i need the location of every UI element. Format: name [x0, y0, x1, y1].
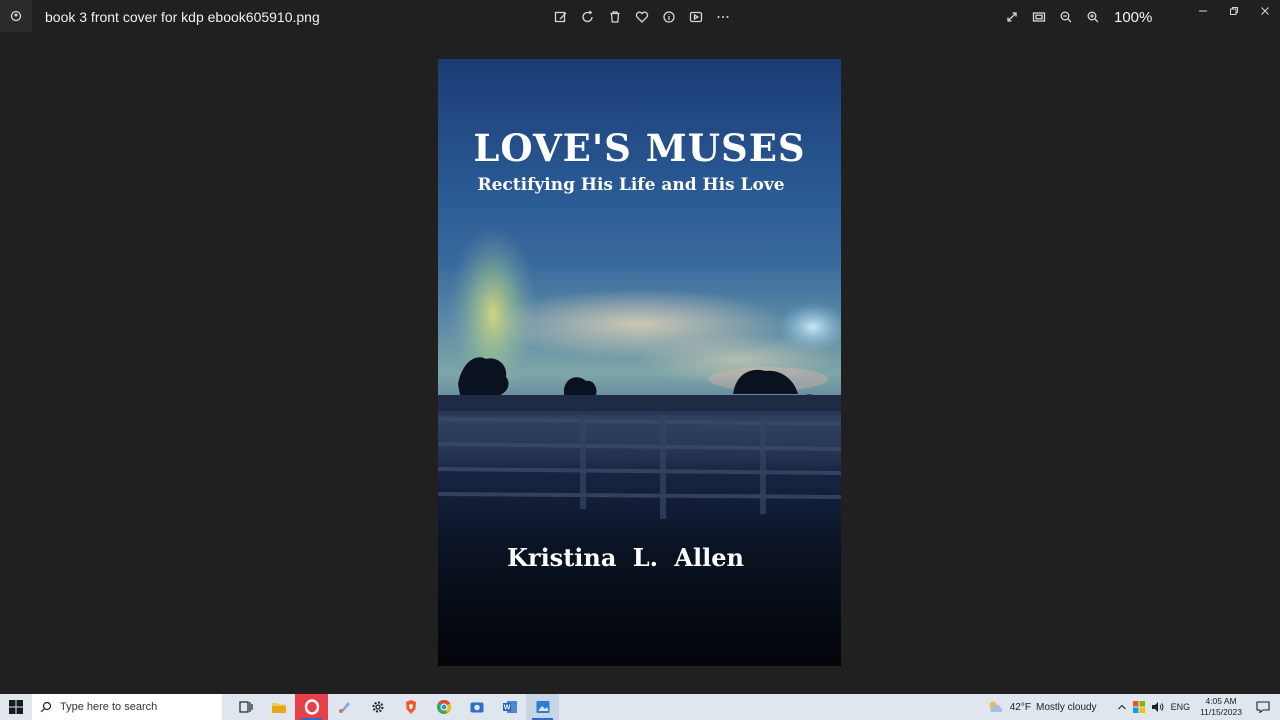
photo-viewer-window: book 3 front cover for kdp ebook605910.p…: [0, 0, 1280, 694]
book-author: Kristina L. Allen: [507, 543, 744, 572]
app-tray-icon[interactable]: [1132, 701, 1145, 713]
volume-icon[interactable]: [1151, 701, 1165, 713]
taskbar-apps: W: [229, 694, 559, 720]
svg-text:W: W: [503, 705, 510, 712]
rotate-icon[interactable]: [579, 8, 596, 25]
zoom-level[interactable]: 100%: [1114, 9, 1152, 26]
clock-time: 4:05 AM: [1205, 696, 1237, 706]
minimize-icon[interactable]: [1187, 0, 1218, 22]
title-bar: book 3 front cover for kdp ebook605910.p…: [0, 0, 1280, 34]
fit-to-window-icon[interactable]: [1030, 9, 1047, 26]
photos-taskbar-icon[interactable]: [526, 694, 559, 720]
system-tray: 42°F Mostly cloudy ENG 4:05 AM 11/15/202…: [987, 694, 1280, 720]
cloud-sun-icon: [989, 701, 1002, 712]
window-controls: [1187, 0, 1280, 22]
clock[interactable]: 4:05 AM 11/15/2023: [1200, 696, 1242, 718]
info-icon[interactable]: [660, 8, 677, 25]
search-icon: [40, 701, 52, 713]
word-icon[interactable]: W: [493, 694, 526, 720]
start-button[interactable]: [0, 694, 32, 720]
book-subtitle: Rectifying His Life and His Love: [477, 175, 785, 195]
brave-icon[interactable]: [394, 694, 427, 720]
book-cover-image: LOVE'S MUSES Rectifying His Life and His…: [438, 59, 841, 666]
chrome-icon[interactable]: [427, 694, 460, 720]
image-toolbar: [552, 8, 731, 25]
restore-icon[interactable]: [1218, 0, 1249, 22]
view-tools: 100%: [1003, 8, 1152, 26]
delete-icon[interactable]: [606, 8, 623, 25]
file-explorer-icon[interactable]: [262, 694, 295, 720]
paint-icon[interactable]: [328, 694, 361, 720]
file-name: book 3 front cover for kdp ebook605910.p…: [45, 9, 320, 25]
fullscreen-icon[interactable]: [1003, 9, 1020, 26]
language-indicator[interactable]: ENG: [1171, 702, 1191, 712]
more-icon[interactable]: [714, 8, 731, 25]
zoom-out-icon[interactable]: [1057, 9, 1074, 26]
settings-icon[interactable]: [361, 694, 394, 720]
camera-app-icon[interactable]: [460, 694, 493, 720]
photos-app-icon[interactable]: [0, 0, 32, 32]
search-placeholder: Type here to search: [60, 701, 158, 713]
slideshow-icon[interactable]: [687, 8, 704, 25]
zoom-in-icon[interactable]: [1084, 9, 1101, 26]
chevron-up-icon[interactable]: [1117, 702, 1127, 712]
windows-icon: [9, 700, 23, 714]
weather-text: Mostly cloudy: [1035, 701, 1097, 713]
opera-icon[interactable]: [295, 694, 328, 720]
edit-icon[interactable]: [552, 8, 569, 25]
favorite-icon[interactable]: [633, 8, 650, 25]
close-icon[interactable]: [1249, 0, 1280, 22]
clock-date: 11/15/2023: [1200, 707, 1242, 717]
notifications-icon[interactable]: [1256, 701, 1270, 713]
taskbar-search[interactable]: Type here to search: [32, 694, 222, 720]
weather-temp: 42°F: [1009, 701, 1031, 713]
taskbar: Type here to search W 42°F Mostly cloudy…: [0, 694, 1280, 720]
book-title: LOVE'S MUSES: [473, 126, 806, 170]
weather-widget[interactable]: 42°F Mostly cloudy: [987, 700, 1097, 714]
task-view-icon[interactable]: [229, 694, 262, 720]
